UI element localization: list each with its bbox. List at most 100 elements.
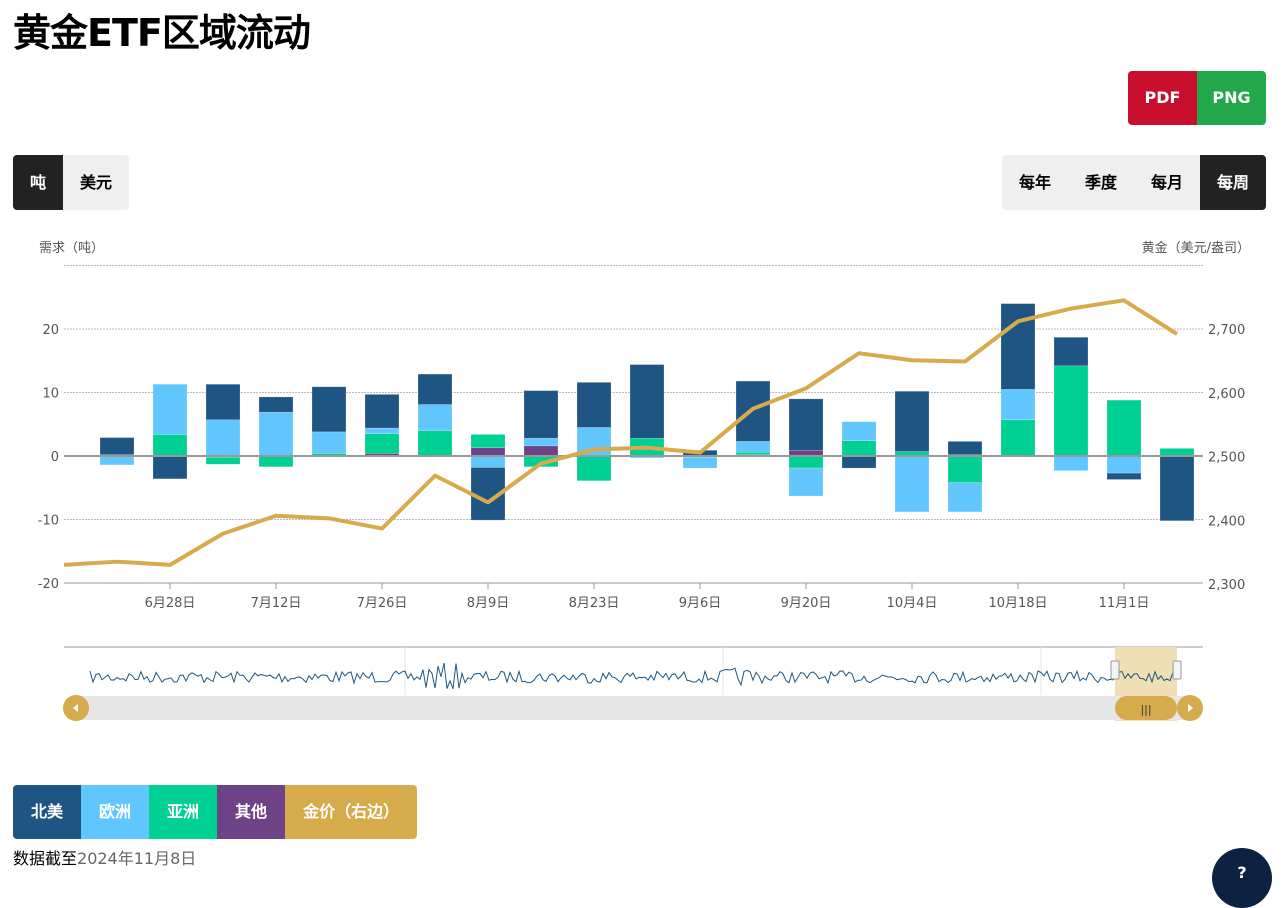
bar-segment-亚洲 [1053,365,1089,457]
bar-segment-亚洲 [152,434,188,457]
y-tick-label: -20 [38,577,59,592]
bar-segment-北美 [1159,455,1195,522]
bar-segment-欧洲 [364,427,400,435]
bar-segment-欧洲 [152,383,188,435]
navigator-handle [1172,660,1182,680]
legend: 北美 欧洲 亚洲 其他 金价（右边） [13,785,418,839]
page-title: 黄金ETF区域流动 [13,11,311,55]
y-axis-right-title: 黄金（美元/盎司） [1142,240,1250,256]
bar-segment-亚洲 [258,455,294,468]
bar-segment-欧洲 [523,437,559,447]
bar-segment-北美 [152,455,188,480]
period-monthly-button[interactable]: 每月 [1134,155,1200,210]
x-tick-label: 9月6日 [679,596,722,611]
bar-segment-北美 [629,364,665,439]
bar-segment-亚洲 [364,433,400,454]
bar-segment-北美 [364,394,400,429]
data-as-of: 数据截至2024年11月8日 [13,845,196,869]
bar-segment-北美 [205,383,241,421]
bar-segment-欧洲 [311,431,347,454]
bar-segment-北美 [894,390,930,452]
x-tick-label: 8月23日 [569,596,620,611]
bar-segment-北美 [1106,472,1142,480]
export-buttons: PDF PNG [1128,71,1266,125]
bar-segment-亚洲 [470,434,506,448]
bar-segment-亚洲 [576,455,612,482]
png-export-button[interactable]: PNG [1197,71,1266,125]
legend-gold-price[interactable]: 金价（右边） [285,785,418,839]
bar-segment-欧洲 [1000,389,1036,421]
legend-asia[interactable]: 亚洲 [149,785,218,839]
unit-toggle: 吨 美元 [13,155,130,210]
bar-segment-北美 [576,382,612,428]
as-of-date: 2024年11月8日 [77,849,197,868]
pdf-export-button[interactable]: PDF [1128,71,1197,125]
bar-segment-亚洲 [1000,419,1036,457]
bar-segment-亚洲 [417,430,453,457]
period-quarterly-button[interactable]: 季度 [1068,155,1134,210]
bar-segment-北美 [311,386,347,433]
bar-segment-北美 [788,398,824,451]
etf-flow-chart: 需求（吨） 黄金（美元/盎司） -20 -10 0 10 20 2,300 2,400 2,500… [38,240,1250,721]
navigator-series [89,662,1174,689]
y-tick-label: 20 [42,323,59,338]
y-right-tick-label: 2,300 [1208,578,1245,593]
bar-segment-其他 [470,447,506,457]
x-tick-label: 8月9日 [467,596,510,611]
y-tick-label: 10 [42,387,59,402]
y-right-tick-label: 2,600 [1208,387,1245,402]
unit-usd-button[interactable]: 美元 [63,155,129,210]
scrollbar-grip-icon: ||| [1140,703,1151,716]
legend-north-america[interactable]: 北美 [13,785,82,839]
bar-segment-欧洲 [841,421,877,442]
bar-segment-欧洲 [258,411,294,457]
bar-segment-亚洲 [735,451,771,455]
bar-segment-欧洲 [1053,455,1089,471]
x-tick-label: 9月20日 [781,596,832,611]
bar-segment-亚洲 [947,455,983,483]
x-tick-label: 7月12日 [251,596,302,611]
y-tick-label: -10 [38,514,59,529]
bar-segment-欧洲 [788,467,824,497]
bar-segment-北美 [99,437,135,455]
period-yearly-button[interactable]: 每年 [1002,155,1068,210]
bar-segment-欧洲 [205,419,241,457]
x-tick-label: 11月1日 [1099,596,1150,611]
bar-segment-欧洲 [99,455,135,466]
bar-segment-亚洲 [841,440,877,457]
bar-segment-北美 [947,441,983,455]
bar-segment-欧洲 [735,441,771,453]
navigator-handle [1110,660,1120,680]
bar-segment-北美 [523,390,559,439]
bar-segment-欧洲 [417,404,453,431]
y-axis-title: 需求（吨） [39,241,104,256]
as-of-label: 数据截至 [13,849,78,868]
period-toggle: 每年 季度 每月 每周 [1001,155,1266,210]
legend-other[interactable]: 其他 [217,785,286,839]
y-tick-label: 0 [51,450,59,465]
unit-tonnes-button[interactable]: 吨 [13,155,64,210]
bar-segment-北美 [841,455,877,469]
legend-europe[interactable]: 欧洲 [81,785,150,839]
bar-segment-北美 [417,373,453,405]
bar-segment-亚洲 [1106,399,1142,457]
bar-segment-欧洲 [894,455,930,513]
help-button[interactable]: ? [1212,848,1272,908]
bar-segment-欧洲 [947,482,983,513]
period-weekly-button[interactable]: 每周 [1199,155,1266,210]
x-tick-label: 10月18日 [988,596,1047,611]
bar-segment-北美 [258,396,294,413]
bar-segment-欧洲 [682,457,718,469]
x-tick-label: 7月26日 [357,596,408,611]
y-right-tick-label: 2,400 [1208,514,1245,529]
bar-segment-欧洲 [470,455,506,468]
bar-segment-北美 [1053,337,1089,367]
y-right-tick-label: 2,500 [1208,451,1245,466]
bar-segment-亚洲 [205,457,241,465]
bar-segment-亚洲 [1159,448,1195,457]
x-tick-label: 6月28日 [145,596,196,611]
bar-segment-亚洲 [788,455,824,469]
bar-segment-欧洲 [1106,455,1142,474]
y-right-tick-label: 2,700 [1208,323,1245,338]
x-tick-label: 10月4日 [887,596,938,611]
